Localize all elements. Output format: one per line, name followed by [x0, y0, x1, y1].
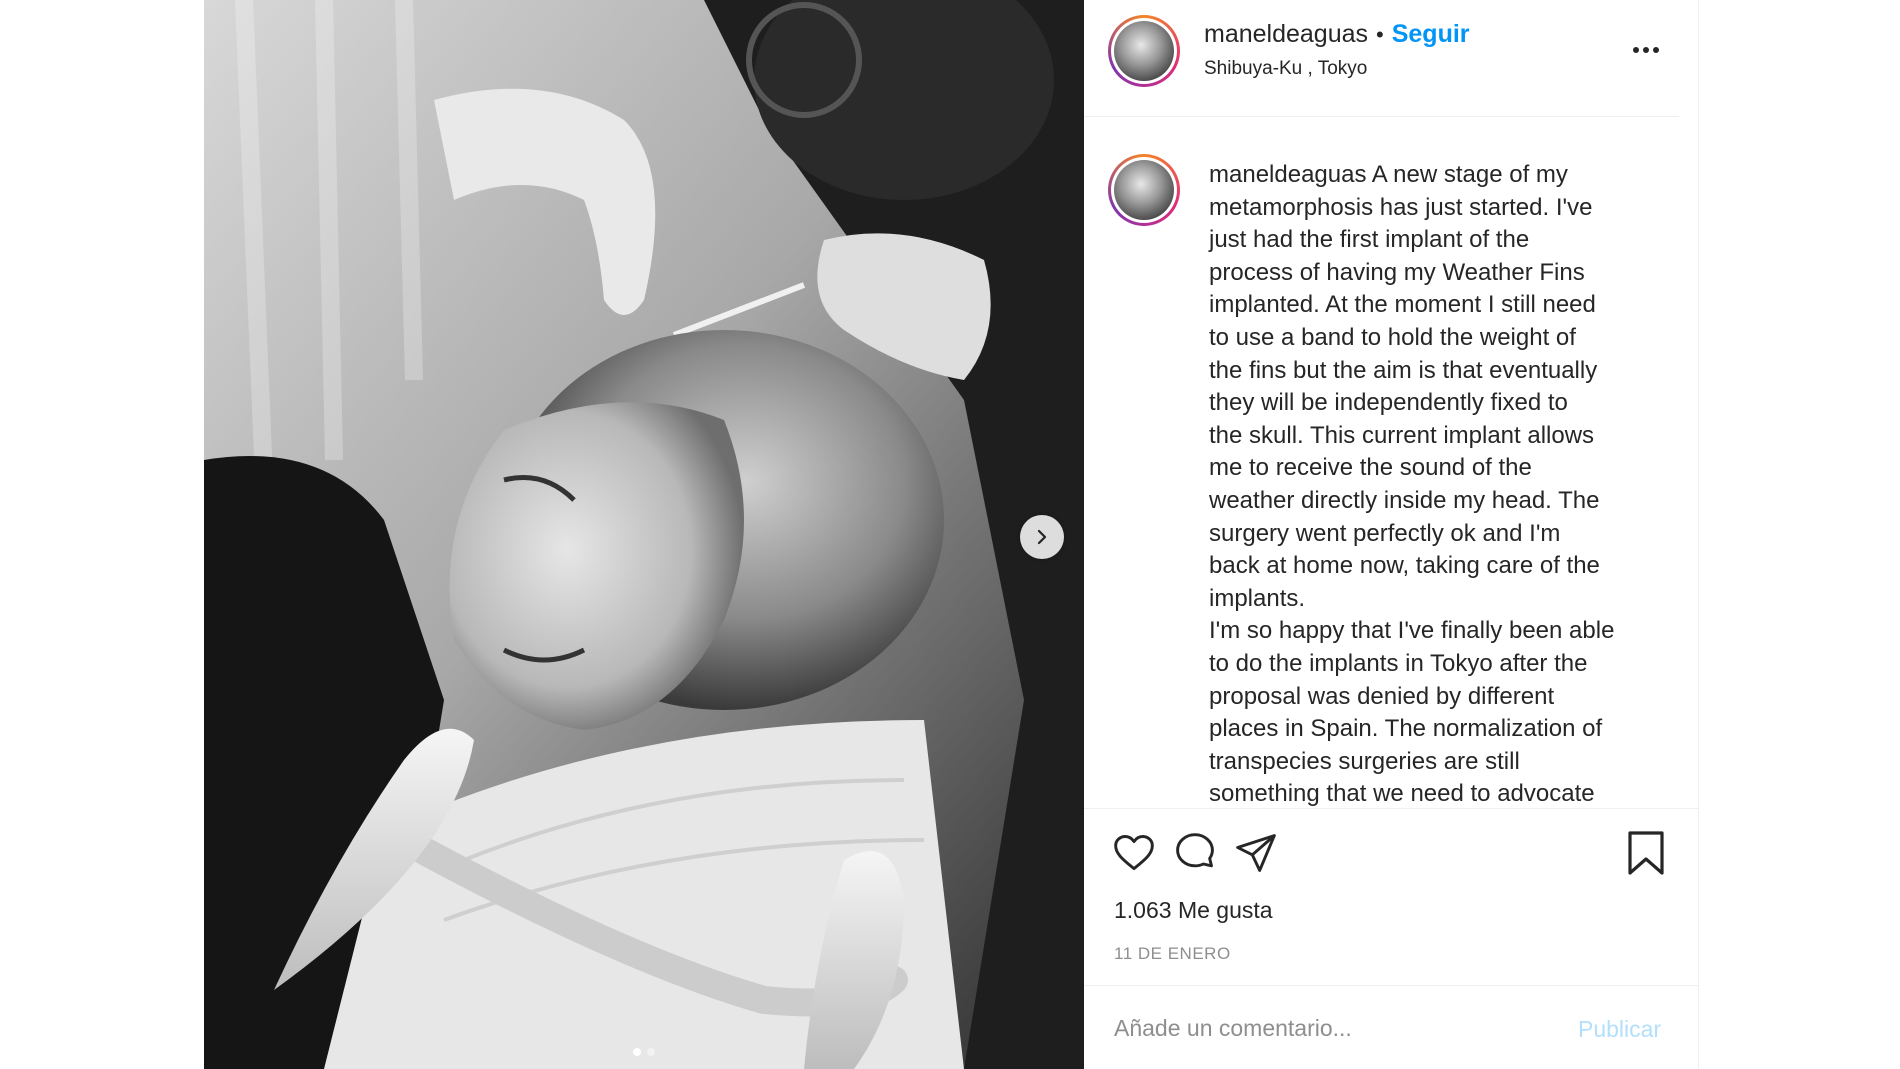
post-photo	[204, 0, 1084, 1069]
save-button[interactable]	[1624, 829, 1668, 882]
caption-username[interactable]: maneldeaguas	[1209, 161, 1366, 188]
add-comment-area: Publicar	[1084, 986, 1699, 1069]
comment-bubble-icon	[1176, 833, 1214, 868]
separator-bullet: •	[1376, 21, 1384, 47]
carousel-dot-active	[633, 1048, 641, 1056]
comment-button[interactable]	[1173, 831, 1217, 880]
follow-button[interactable]: Seguir	[1392, 20, 1470, 49]
instagram-post: maneldeaguas • Seguir Shibuya-Ku , Tokyo…	[204, 0, 1699, 1069]
comment-input[interactable]	[1114, 1008, 1534, 1048]
avatar[interactable]	[1108, 15, 1180, 87]
post-media[interactable]	[204, 0, 1084, 1069]
like-count[interactable]: 1.063 Me gusta	[1114, 897, 1273, 924]
like-button[interactable]	[1112, 831, 1156, 880]
post-details-panel: maneldeaguas • Seguir Shibuya-Ku , Tokyo…	[1084, 0, 1699, 1069]
share-button[interactable]	[1234, 831, 1278, 880]
more-options-button[interactable]	[1628, 32, 1664, 68]
carousel-indicator	[204, 1048, 1084, 1056]
publish-button[interactable]: Publicar	[1578, 1016, 1661, 1043]
comments-section[interactable]: maneldeaguas A new stage of my metamorph…	[1084, 118, 1679, 808]
carousel-dot	[647, 1048, 655, 1056]
post-caption: maneldeaguas A new stage of my metamorph…	[1209, 159, 1649, 808]
caption-avatar[interactable]	[1108, 154, 1180, 226]
post-author-username[interactable]: maneldeaguas	[1204, 20, 1368, 49]
post-location[interactable]: Shibuya-Ku , Tokyo	[1204, 58, 1367, 80]
heart-icon	[1114, 835, 1154, 871]
post-header: maneldeaguas • Seguir Shibuya-Ku , Tokyo	[1084, 0, 1679, 117]
post-date: 11 DE ENERO	[1114, 944, 1231, 963]
post-actions: 1.063 Me gusta 11 DE ENERO	[1084, 808, 1699, 986]
chevron-right-icon	[1037, 529, 1047, 545]
more-options-icon	[1633, 47, 1659, 53]
caption-text: A new stage of my metamorphosis has just…	[1209, 161, 1615, 808]
bookmark-icon	[1628, 831, 1664, 875]
paper-plane-icon	[1236, 834, 1276, 872]
next-image-button[interactable]	[1020, 515, 1064, 559]
